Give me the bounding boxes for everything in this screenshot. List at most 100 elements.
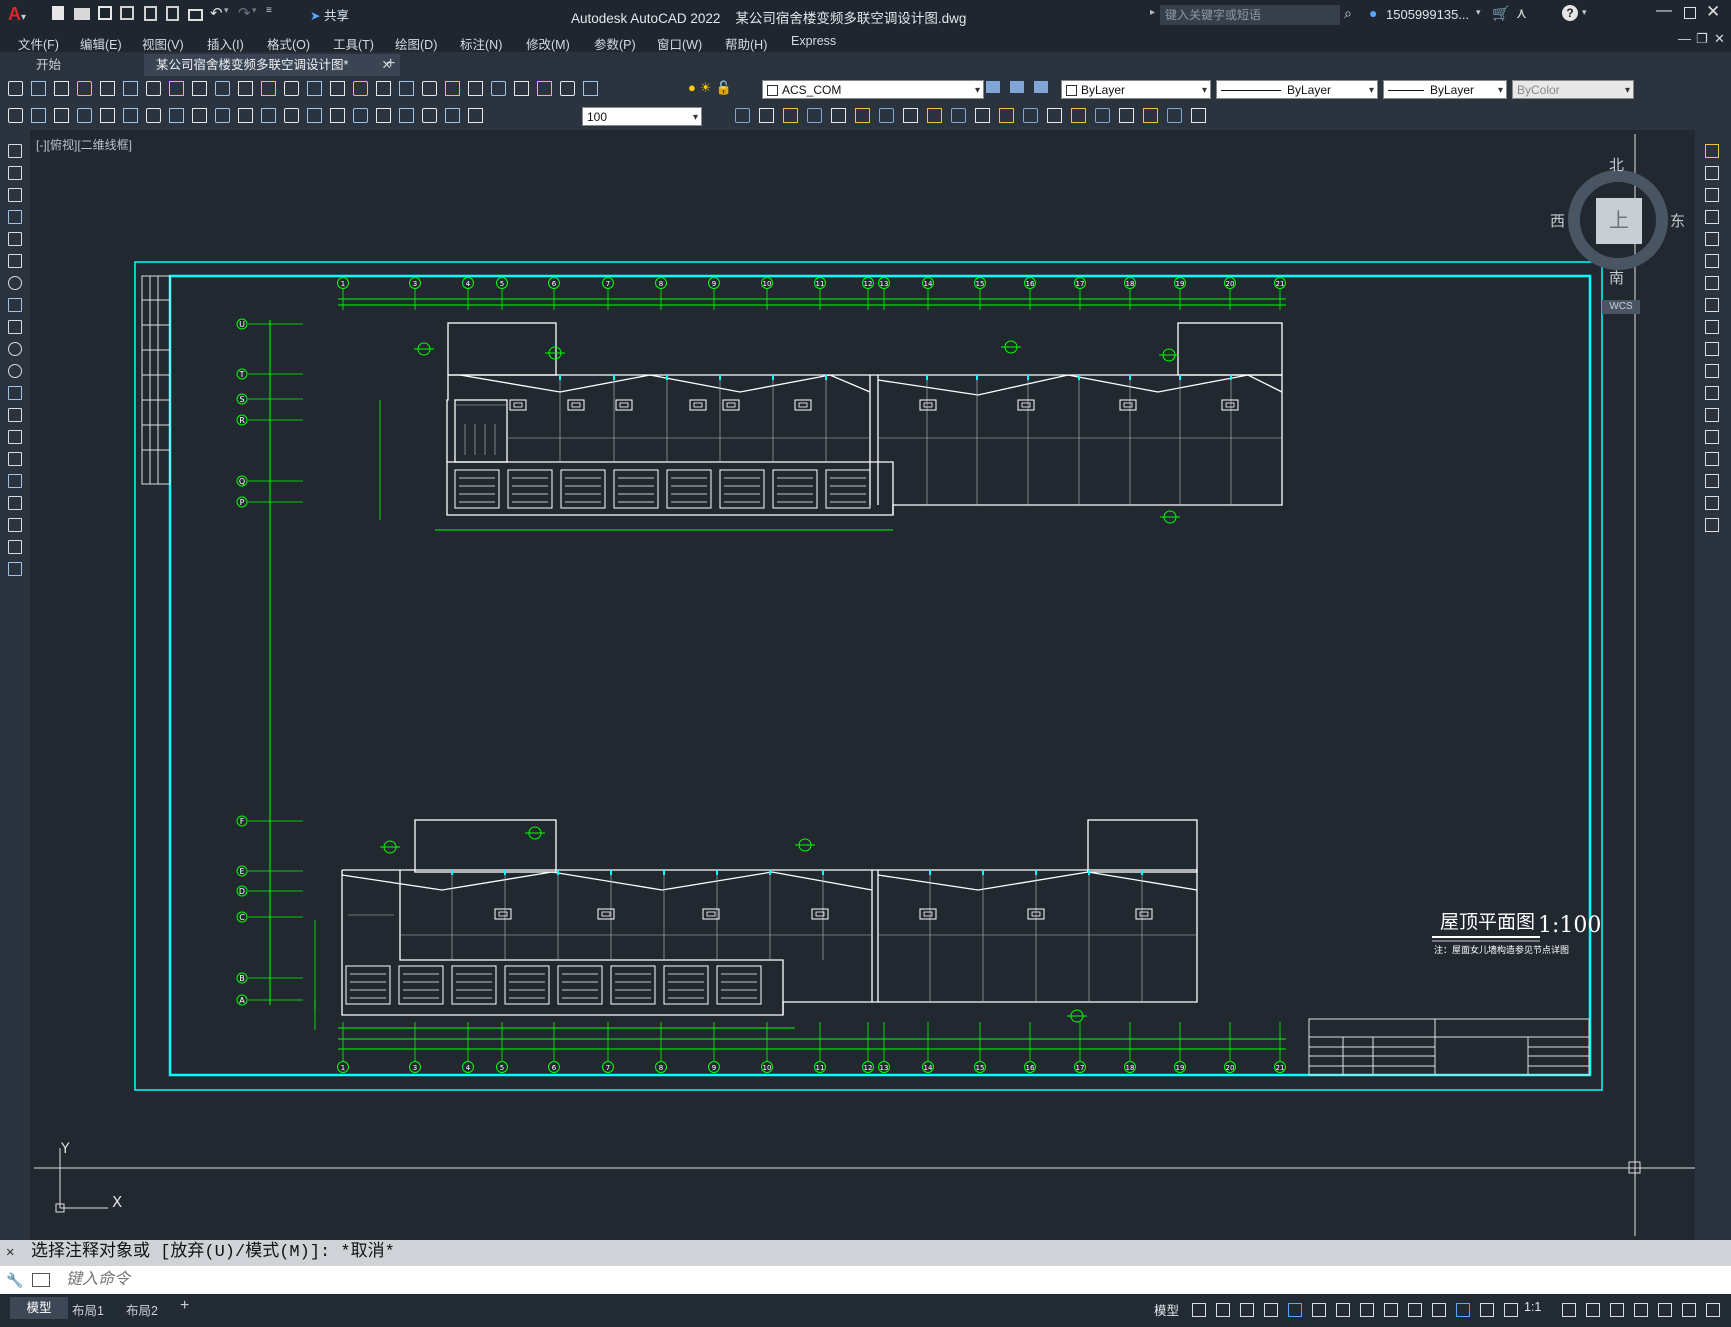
open-web-icon[interactable] [144, 6, 157, 21]
construction-line-icon[interactable] [8, 166, 22, 180]
line-icon[interactable] [8, 144, 22, 158]
make-block-icon[interactable] [8, 408, 22, 422]
dim-jogged-icon[interactable] [146, 108, 161, 123]
move-icon[interactable] [807, 108, 822, 123]
snap-icon[interactable] [1216, 1303, 1230, 1317]
dim-break-icon[interactable] [307, 108, 322, 123]
tab-drawing[interactable]: 某公司宿舍楼变频多联空调设计图* ✕ [144, 54, 400, 76]
extend-icon[interactable] [1705, 364, 1719, 378]
match-properties-icon[interactable] [238, 81, 253, 96]
offset-icon[interactable] [1705, 210, 1719, 224]
doc-restore-button[interactable]: ❐ [1696, 31, 1708, 47]
osnap-icon[interactable] [1336, 1303, 1350, 1317]
redo-tb-icon[interactable] [307, 81, 322, 96]
cut-icon[interactable] [169, 81, 184, 96]
spline-icon[interactable] [8, 320, 22, 334]
dim-update-icon[interactable] [468, 108, 483, 123]
dim-continue-icon[interactable] [261, 108, 276, 123]
help-dropdown-icon[interactable]: ▾ [1582, 7, 1587, 18]
close-window-button[interactable]: ✕ [1706, 2, 1720, 22]
dim-style-icon[interactable] [8, 108, 23, 123]
color-dropdown[interactable]: ByLayer ▾ [1061, 80, 1211, 99]
dim-space-icon[interactable] [284, 108, 299, 123]
revolve-icon[interactable] [1023, 108, 1038, 123]
menu-view[interactable]: 视图(V) [142, 34, 184, 53]
save-web-icon[interactable] [166, 6, 179, 21]
search-input[interactable]: 键入关键字或短语 [1160, 5, 1340, 25]
workspace-icon[interactable] [1504, 1303, 1518, 1317]
menu-parametric[interactable]: 参数(P) [594, 34, 636, 53]
menu-help[interactable]: 帮助(H) [725, 34, 767, 53]
units-icon[interactable] [1586, 1303, 1600, 1317]
plot-icon[interactable] [77, 81, 92, 96]
compass-south[interactable]: 南 [1609, 267, 1624, 288]
ortho-icon[interactable] [1240, 1303, 1254, 1317]
wcs-menu[interactable]: WCS [1602, 300, 1640, 314]
align-icon[interactable] [831, 108, 846, 123]
zoom-previous-icon[interactable] [399, 81, 414, 96]
redo-dropdown-icon[interactable]: ▾ [252, 5, 257, 16]
polygon-icon[interactable] [8, 210, 22, 224]
quickcalc-icon[interactable] [537, 81, 552, 96]
user-icon[interactable]: ● [1369, 5, 1377, 21]
clean-screen-icon[interactable] [1682, 1303, 1696, 1317]
doc-minimize-button[interactable]: — [1678, 31, 1691, 46]
help-icon[interactable]: ? [1562, 5, 1578, 21]
explode-icon[interactable] [1705, 518, 1719, 532]
gradient-icon[interactable] [8, 474, 22, 488]
intersect-icon[interactable] [975, 108, 990, 123]
dim-radius-icon[interactable] [123, 108, 138, 123]
transparency-icon[interactable] [1384, 1303, 1398, 1317]
undo-dropdown-icon[interactable]: ▾ [224, 5, 229, 16]
copy-object-icon[interactable] [1705, 166, 1719, 180]
save-icon[interactable] [54, 81, 69, 96]
doc-close-button[interactable]: ✕ [1714, 31, 1725, 47]
selection-cycling-icon[interactable] [1408, 1303, 1422, 1317]
3d-print-icon[interactable] [146, 81, 161, 96]
slice-icon[interactable] [1047, 108, 1062, 123]
solid-edit-icon[interactable] [1119, 108, 1134, 123]
model-space-label[interactable]: 模型 [1154, 1300, 1179, 1319]
subtract-icon[interactable] [951, 108, 966, 123]
menu-tools[interactable]: 工具(T) [333, 34, 374, 53]
fillet-icon[interactable] [1705, 474, 1719, 488]
command-input[interactable]: 键入命令 [66, 1266, 1706, 1294]
polar-icon[interactable] [1264, 1303, 1278, 1317]
stretch-icon[interactable] [1705, 320, 1719, 334]
annotation-scale-icon[interactable] [1480, 1303, 1494, 1317]
zoom-window-icon[interactable] [376, 81, 391, 96]
search-icon[interactable]: ⌕ [1344, 5, 1352, 22]
render-icon[interactable] [1143, 108, 1158, 123]
user-dropdown-icon[interactable]: ▾ [1476, 7, 1481, 18]
jogged-linear-icon[interactable] [399, 108, 414, 123]
minimize-button[interactable]: — [1656, 2, 1672, 20]
materials-icon[interactable] [1167, 108, 1182, 123]
grid-icon[interactable] [1192, 1303, 1206, 1317]
customize-status-icon[interactable] [1706, 1303, 1720, 1317]
new-tab-icon[interactable]: + [386, 55, 395, 73]
add-selected-icon[interactable] [8, 562, 22, 576]
design-center-icon[interactable] [445, 81, 460, 96]
pan-icon[interactable] [330, 81, 345, 96]
menu-format[interactable]: 格式(O) [267, 34, 310, 53]
layer-previous-icon[interactable] [1010, 81, 1024, 93]
view-back-icon[interactable] [759, 108, 774, 123]
tab-start[interactable]: 开始 [24, 54, 158, 76]
isodraft-icon[interactable] [1288, 1303, 1302, 1317]
save-as-icon[interactable] [120, 6, 134, 20]
region-icon[interactable] [8, 496, 22, 510]
undo-icon[interactable]: ↶ [210, 4, 223, 22]
menu-window[interactable]: 窗口(W) [657, 34, 702, 53]
menu-draw[interactable]: 绘图(D) [395, 34, 437, 53]
open-icon[interactable] [31, 81, 46, 96]
rotate-3d-icon[interactable] [855, 108, 870, 123]
drawing-canvas[interactable]: [-][俯视][二维线框] 1 3 4 5 6 7 8 9 10 11 12 1… [30, 130, 1695, 1240]
auto-scale-icon[interactable] [1456, 1303, 1470, 1317]
command-prompt-icon[interactable] [32, 1273, 50, 1287]
maximize-button[interactable] [1684, 7, 1696, 19]
circle-icon[interactable] [8, 276, 22, 290]
zoom-realtime-icon[interactable] [353, 81, 368, 96]
customize-wrench-icon[interactable]: 🔧 [6, 1266, 23, 1294]
redo-icon[interactable]: ↷ [238, 4, 251, 22]
properties-icon[interactable] [422, 81, 437, 96]
